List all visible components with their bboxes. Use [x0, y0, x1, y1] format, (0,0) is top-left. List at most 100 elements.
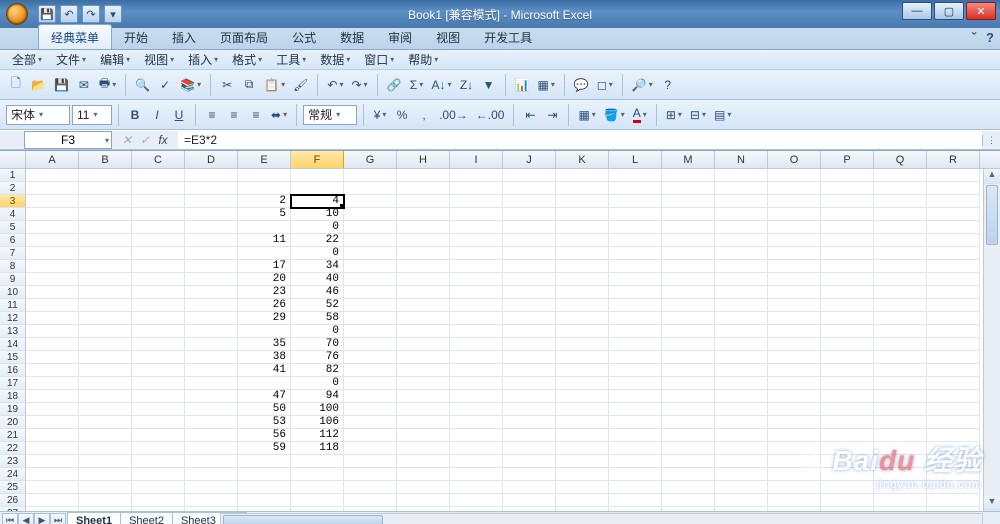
- cell-M18[interactable]: [662, 390, 715, 403]
- cell-P13[interactable]: [821, 325, 874, 338]
- print-preview-icon[interactable]: 🔍: [132, 75, 153, 95]
- cell-C10[interactable]: [132, 286, 185, 299]
- cell-E14[interactable]: 35: [238, 338, 291, 351]
- cell-A17[interactable]: [26, 377, 79, 390]
- cell-J17[interactable]: [503, 377, 556, 390]
- column-header-C[interactable]: C: [132, 151, 185, 168]
- cell-K3[interactable]: [556, 195, 609, 208]
- cell-C24[interactable]: [132, 468, 185, 481]
- cell-H5[interactable]: [397, 221, 450, 234]
- align-center-icon[interactable]: ≡: [224, 105, 244, 125]
- cell-N26[interactable]: [715, 494, 768, 507]
- cell-R9[interactable]: [927, 273, 980, 286]
- cell-B13[interactable]: [79, 325, 132, 338]
- align-left-icon[interactable]: ≡: [202, 105, 222, 125]
- cell-P10[interactable]: [821, 286, 874, 299]
- cell-B8[interactable]: [79, 260, 132, 273]
- cell-H10[interactable]: [397, 286, 450, 299]
- cell-H1[interactable]: [397, 169, 450, 182]
- increase-decimal-icon[interactable]: .00→: [436, 105, 471, 125]
- cell-E2[interactable]: [238, 182, 291, 195]
- cell-Q17[interactable]: [874, 377, 927, 390]
- cell-A4[interactable]: [26, 208, 79, 221]
- row-header-10[interactable]: 10: [0, 286, 26, 299]
- cell-F7[interactable]: 0: [291, 247, 344, 260]
- cell-K21[interactable]: [556, 429, 609, 442]
- cell-I17[interactable]: [450, 377, 503, 390]
- cell-J22[interactable]: [503, 442, 556, 455]
- cell-N20[interactable]: [715, 416, 768, 429]
- cell-D12[interactable]: [185, 312, 238, 325]
- cell-L13[interactable]: [609, 325, 662, 338]
- cell-O7[interactable]: [768, 247, 821, 260]
- cell-C18[interactable]: [132, 390, 185, 403]
- cell-O25[interactable]: [768, 481, 821, 494]
- decrease-decimal-icon[interactable]: ←.00: [473, 105, 508, 125]
- cell-N14[interactable]: [715, 338, 768, 351]
- cell-J7[interactable]: [503, 247, 556, 260]
- cell-I26[interactable]: [450, 494, 503, 507]
- row-header-5[interactable]: 5: [0, 221, 26, 234]
- cell-C2[interactable]: [132, 182, 185, 195]
- cell-G26[interactable]: [344, 494, 397, 507]
- cell-N19[interactable]: [715, 403, 768, 416]
- cell-B9[interactable]: [79, 273, 132, 286]
- cell-R12[interactable]: [927, 312, 980, 325]
- row-header-15[interactable]: 15: [0, 351, 26, 364]
- cell-A10[interactable]: [26, 286, 79, 299]
- cell-R20[interactable]: [927, 416, 980, 429]
- cell-N3[interactable]: [715, 195, 768, 208]
- cell-P3[interactable]: [821, 195, 874, 208]
- cell-O2[interactable]: [768, 182, 821, 195]
- bold-button[interactable]: B: [125, 105, 145, 125]
- cell-N13[interactable]: [715, 325, 768, 338]
- cell-H8[interactable]: [397, 260, 450, 273]
- cell-A5[interactable]: [26, 221, 79, 234]
- cell-D5[interactable]: [185, 221, 238, 234]
- row-header-17[interactable]: 17: [0, 377, 26, 390]
- cell-E18[interactable]: 47: [238, 390, 291, 403]
- cell-P25[interactable]: [821, 481, 874, 494]
- cell-E25[interactable]: [238, 481, 291, 494]
- sheet-nav-next-icon[interactable]: ▶: [34, 513, 50, 524]
- column-header-E[interactable]: E: [238, 151, 291, 168]
- cell-Q2[interactable]: [874, 182, 927, 195]
- cell-H18[interactable]: [397, 390, 450, 403]
- cell-C4[interactable]: [132, 208, 185, 221]
- cell-F26[interactable]: [291, 494, 344, 507]
- cell-D1[interactable]: [185, 169, 238, 182]
- cell-F13[interactable]: 0: [291, 325, 344, 338]
- sheet-tab-Sheet1[interactable]: Sheet1: [67, 512, 121, 524]
- delete-cells-icon[interactable]: ⊟: [687, 105, 709, 125]
- cell-N11[interactable]: [715, 299, 768, 312]
- cell-G23[interactable]: [344, 455, 397, 468]
- cell-C17[interactable]: [132, 377, 185, 390]
- cell-G2[interactable]: [344, 182, 397, 195]
- cell-O11[interactable]: [768, 299, 821, 312]
- horizontal-scrollbar[interactable]: [220, 513, 983, 524]
- cell-P12[interactable]: [821, 312, 874, 325]
- cell-O12[interactable]: [768, 312, 821, 325]
- cell-B17[interactable]: [79, 377, 132, 390]
- cell-A26[interactable]: [26, 494, 79, 507]
- cell-F6[interactable]: 22: [291, 234, 344, 247]
- menu-item-5[interactable]: 格式▾: [226, 49, 268, 70]
- cell-Q4[interactable]: [874, 208, 927, 221]
- cell-H6[interactable]: [397, 234, 450, 247]
- cell-E1[interactable]: [238, 169, 291, 182]
- cell-R14[interactable]: [927, 338, 980, 351]
- cell-H4[interactable]: [397, 208, 450, 221]
- cell-O6[interactable]: [768, 234, 821, 247]
- cell-F3[interactable]: 4: [291, 195, 344, 208]
- cell-D10[interactable]: [185, 286, 238, 299]
- cell-D4[interactable]: [185, 208, 238, 221]
- cell-P21[interactable]: [821, 429, 874, 442]
- cell-G21[interactable]: [344, 429, 397, 442]
- menu-item-6[interactable]: 工具▾: [270, 49, 312, 70]
- cell-P4[interactable]: [821, 208, 874, 221]
- cell-I7[interactable]: [450, 247, 503, 260]
- cell-P26[interactable]: [821, 494, 874, 507]
- cell-L24[interactable]: [609, 468, 662, 481]
- fx-icon[interactable]: fx: [156, 133, 170, 147]
- cell-H26[interactable]: [397, 494, 450, 507]
